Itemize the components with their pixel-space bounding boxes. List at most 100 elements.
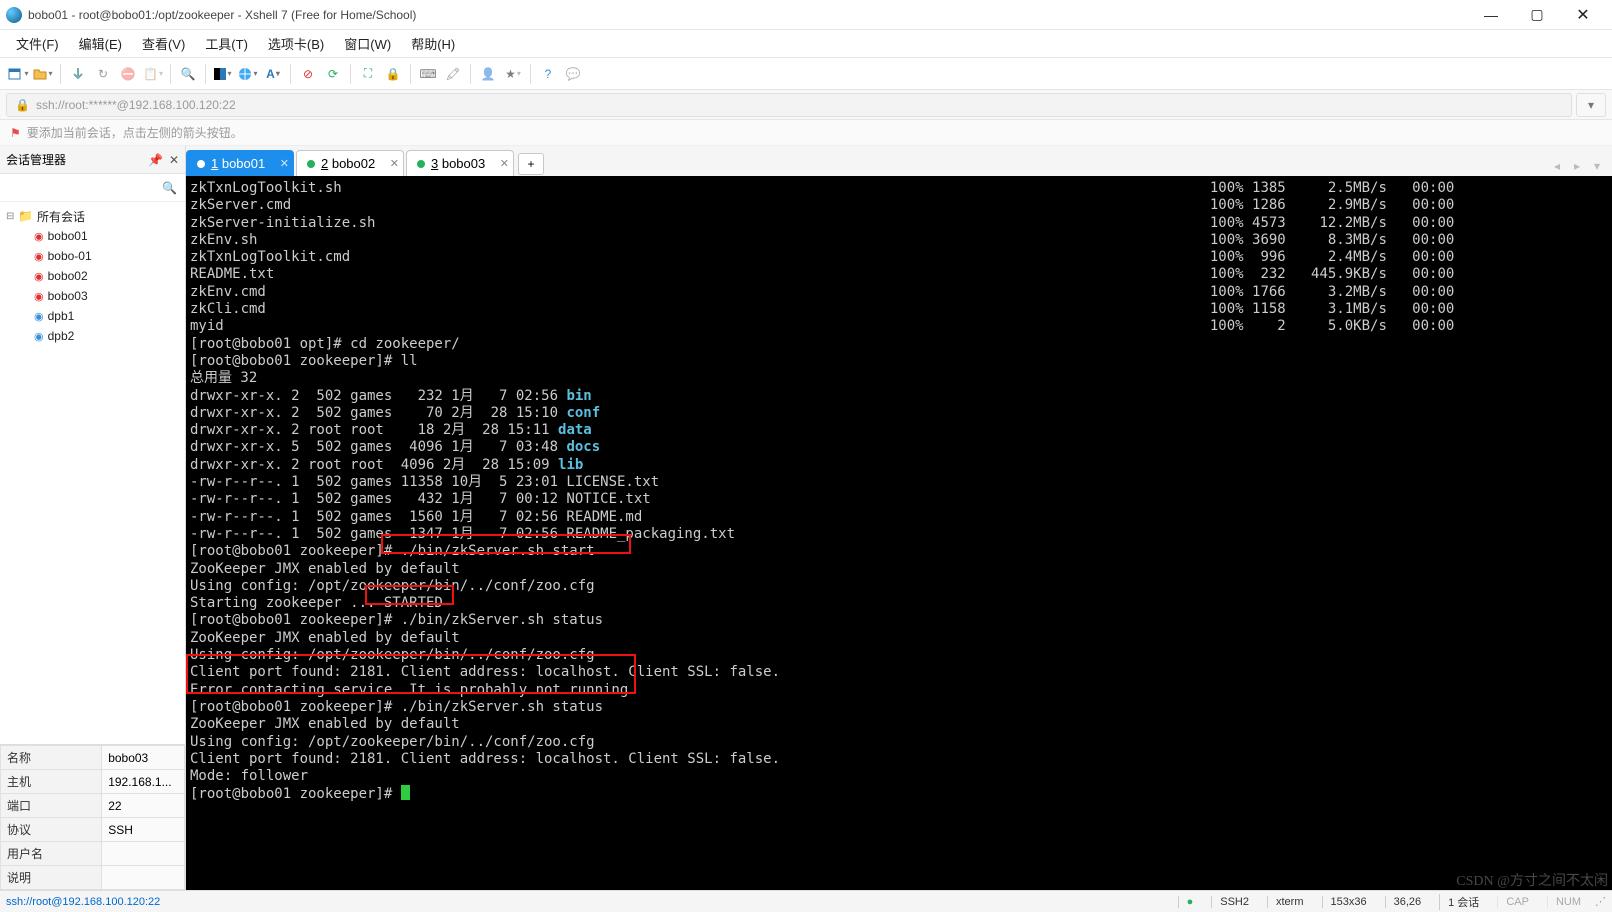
tab-label: 1 bobo01: [211, 156, 265, 171]
terminal-tab[interactable]: 1 bobo01 ✕: [186, 150, 294, 176]
tree-root[interactable]: ⊟ 📁 所有会话: [0, 206, 185, 226]
resize-grip[interactable]: ⋰: [1595, 895, 1606, 908]
sidebar-close-icon[interactable]: ✕: [169, 153, 179, 167]
session-item[interactable]: ◉bobo-01: [0, 246, 185, 266]
maximize-button[interactable]: ▢: [1514, 0, 1560, 30]
tab-prev-button[interactable]: ◂: [1548, 156, 1566, 176]
new-session-button[interactable]: [6, 62, 30, 86]
refresh-button[interactable]: ⟳: [321, 62, 345, 86]
property-key: 名称: [1, 746, 102, 770]
tree-root-label: 所有会话: [37, 208, 85, 225]
window-title: bobo01 - root@bobo01:/opt/zookeeper - Xs…: [28, 8, 416, 22]
session-item[interactable]: ◉bobo03: [0, 286, 185, 306]
terminal-tab[interactable]: 3 bobo03 ✕: [406, 150, 514, 176]
search-button[interactable]: 🔍: [176, 62, 200, 86]
menu-item[interactable]: 文件(F): [6, 30, 69, 57]
stop-button[interactable]: ⊘: [296, 62, 320, 86]
pin-icon[interactable]: 📌: [148, 153, 163, 167]
copy-button[interactable]: 📋: [141, 62, 165, 86]
connection-indicator: ●: [1178, 896, 1202, 908]
tab-close-icon[interactable]: ✕: [390, 157, 399, 170]
session-item[interactable]: ◉bobo01: [0, 226, 185, 246]
status-segment: CAP: [1497, 896, 1537, 908]
status-segment: 153x36: [1322, 896, 1375, 908]
status-segment: 36,26: [1385, 896, 1430, 908]
session-label: dpb2: [48, 329, 75, 343]
tab-menu-button[interactable]: ▾: [1588, 156, 1606, 176]
new-tab-button[interactable]: +: [518, 153, 544, 175]
properties-panel: 名称bobo03主机192.168.1...端口22协议SSH用户名说明: [0, 744, 185, 890]
session-label: dpb1: [48, 309, 75, 323]
close-button[interactable]: ✕: [1560, 0, 1606, 30]
keyboard-button[interactable]: ⌨: [416, 62, 440, 86]
sidebar-header: 会话管理器 📌 ✕: [0, 146, 185, 174]
address-go-button[interactable]: ▾: [1576, 93, 1606, 117]
sidebar-search[interactable]: 🔍: [0, 174, 185, 202]
status-segment: 1 会话: [1439, 894, 1487, 910]
session-item[interactable]: ◉ dpb1: [0, 306, 185, 326]
session-label: bobo03: [48, 289, 88, 303]
property-key: 协议: [1, 818, 102, 842]
help-button[interactable]: ?: [536, 62, 560, 86]
menu-item[interactable]: 工具(T): [195, 30, 258, 57]
font-button[interactable]: A: [261, 62, 285, 86]
menu-item[interactable]: 帮助(H): [401, 30, 465, 57]
tab-close-icon[interactable]: ✕: [280, 157, 289, 170]
tab-label: 2 bobo02: [321, 156, 375, 171]
property-value: [102, 842, 185, 866]
menu-item[interactable]: 查看(V): [132, 30, 195, 57]
collapse-icon[interactable]: ⊟: [6, 211, 18, 222]
user-button[interactable]: 👤: [476, 62, 500, 86]
menu-item[interactable]: 编辑(E): [69, 30, 132, 57]
property-row: 用户名: [1, 842, 185, 866]
property-key: 说明: [1, 866, 102, 890]
session-icon: ◉: [34, 230, 44, 243]
terminal-tab[interactable]: 2 bobo02 ✕: [296, 150, 404, 176]
session-item[interactable]: ◉ bobo02: [0, 266, 185, 286]
highlight-box: [186, 654, 636, 694]
highlight-box: [381, 534, 631, 554]
property-key: 主机: [1, 770, 102, 794]
session-label: bobo02: [48, 269, 88, 283]
fullscreen-button[interactable]: ⛶: [356, 62, 380, 86]
address-text: ssh://root:******@192.168.100.120:22: [36, 98, 236, 112]
tab-close-icon[interactable]: ✕: [500, 157, 509, 170]
tab-status-dot: [307, 160, 315, 168]
address-bar: 🔒 ssh://root:******@192.168.100.120:22 ▾: [0, 90, 1612, 120]
terminal-tabs: 1 bobo01 ✕ 2 bobo02 ✕ 3 bobo03 ✕ + ◂ ▸ ▾: [186, 146, 1612, 176]
address-input[interactable]: 🔒 ssh://root:******@192.168.100.120:22: [6, 93, 1572, 117]
terminal-cursor: [401, 785, 410, 800]
session-manager-sidebar: 会话管理器 📌 ✕ 🔍 ⊟ 📁 所有会话 ◉bobo01◉bobo-01◉bob…: [0, 146, 186, 890]
comment-button[interactable]: 💬: [561, 62, 585, 86]
tab-next-button[interactable]: ▸: [1568, 156, 1586, 176]
bookmark-button[interactable]: ★: [501, 62, 525, 86]
highlight-button[interactable]: 🖍: [441, 62, 465, 86]
session-item[interactable]: ◉dpb2: [0, 326, 185, 346]
disconnect-button[interactable]: ⛔: [116, 62, 140, 86]
lock-button[interactable]: 🔒: [381, 62, 405, 86]
status-segment: xterm: [1267, 896, 1312, 908]
open-session-button[interactable]: [31, 62, 55, 86]
menu-item[interactable]: 窗口(W): [334, 30, 401, 57]
menubar: 文件(F)编辑(E)查看(V)工具(T)选项卡(B)窗口(W)帮助(H): [0, 30, 1612, 58]
session-tree: ⊟ 📁 所有会话 ◉bobo01◉bobo-01◉bobo02◉bobo03◉d…: [0, 202, 185, 744]
minimize-button[interactable]: —: [1468, 0, 1514, 30]
menu-item[interactable]: 选项卡(B): [258, 30, 334, 57]
tab-status-dot: [197, 160, 205, 168]
session-icon: ◉: [34, 270, 44, 283]
session-icon: ◉: [34, 310, 44, 323]
new-file-transfer-button[interactable]: [66, 62, 90, 86]
hint-text: 要添加当前会话，点击左侧的箭头按钮。: [27, 124, 243, 141]
property-row: 协议SSH: [1, 818, 185, 842]
color-scheme-button[interactable]: [211, 62, 235, 86]
property-row: 主机192.168.1...: [1, 770, 185, 794]
property-row: 名称bobo03: [1, 746, 185, 770]
app-icon: [6, 7, 22, 23]
tab-label: 3 bobo03: [431, 156, 485, 171]
property-value: bobo03: [102, 746, 185, 770]
terminal-output[interactable]: zkTxnLogToolkit.sh 100% 1385 2.5MB/s 00:…: [186, 176, 1612, 890]
hint-bar: ⚑ 要添加当前会话，点击左侧的箭头按钮。: [0, 120, 1612, 146]
globe-button[interactable]: [236, 62, 260, 86]
flag-icon: ⚑: [10, 126, 21, 140]
reconnect-button[interactable]: ↻: [91, 62, 115, 86]
